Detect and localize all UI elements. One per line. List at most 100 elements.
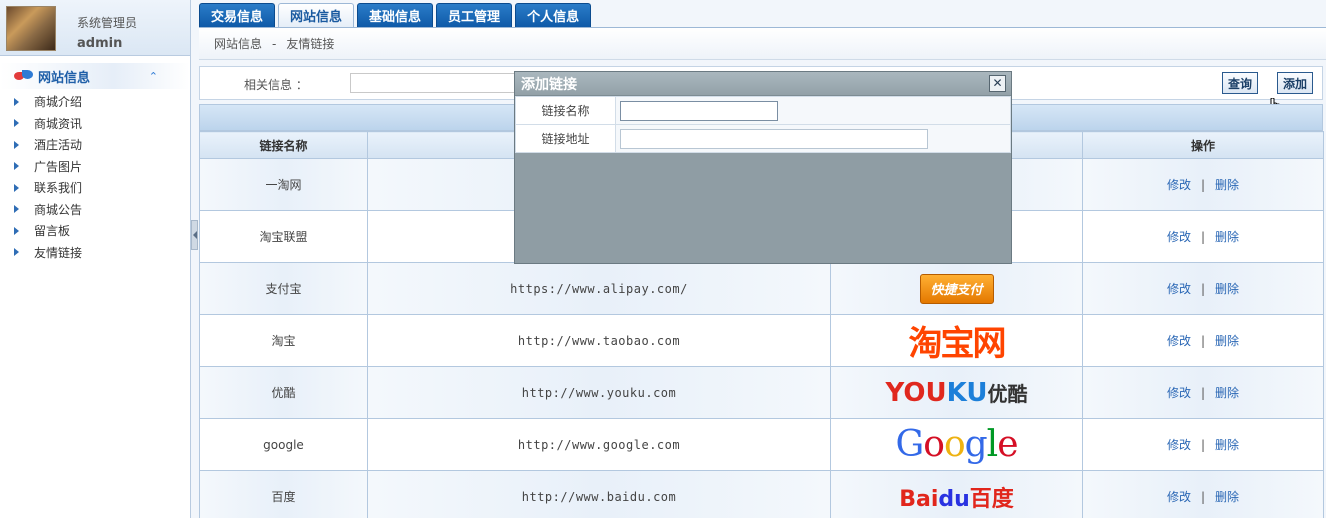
- sidebar-item-about[interactable]: 商城介绍: [14, 91, 190, 113]
- baidu-logo: Baidu百度: [899, 486, 1014, 512]
- sidebar-item-label: 商城资讯: [34, 116, 83, 131]
- link-url: http://www.baidu.com: [367, 470, 831, 518]
- sidebar-item-news[interactable]: 商城资讯: [14, 113, 190, 135]
- col-header-ops: 操作: [1082, 131, 1324, 159]
- arrow-right-icon: [14, 140, 19, 149]
- arrow-right-icon: [14, 97, 19, 106]
- table-row: 百度 http://www.baidu.com Baidu百度 修改 | 删除: [199, 470, 1324, 518]
- tab-trade-info[interactable]: 交易信息: [199, 3, 276, 27]
- taobao-logo: 淘宝网: [908, 324, 1007, 364]
- collapse-chevron-icon[interactable]: ⌃: [149, 70, 158, 83]
- edit-link[interactable]: 修改: [1167, 334, 1191, 348]
- add-link-dialog: 添加链接 ✕ 链接名称 链接地址: [514, 71, 1012, 264]
- link-name-cell: [615, 96, 1011, 125]
- sidebar: 系统管理员 admin 网站信息 ⌃ 商城介绍 商城资讯 酒庄活动 广告图片 联…: [0, 0, 191, 518]
- add-link-form: 链接名称 链接地址: [515, 96, 1011, 153]
- arrow-right-icon: [14, 162, 19, 171]
- link-logo: 快捷支付: [830, 262, 1083, 315]
- sidebar-toggle-handle[interactable]: [191, 220, 198, 250]
- link-name: 淘宝: [199, 314, 368, 367]
- action-separator: |: [1200, 334, 1206, 348]
- search-input[interactable]: [350, 73, 530, 93]
- arrow-right-icon: [14, 183, 19, 192]
- edit-link[interactable]: 修改: [1167, 386, 1191, 400]
- sidebar-item-label: 商城公告: [34, 202, 83, 217]
- delete-link[interactable]: 删除: [1215, 334, 1239, 348]
- edit-link[interactable]: 修改: [1167, 178, 1191, 192]
- sidebar-section-header[interactable]: 网站信息 ⌃: [0, 63, 190, 89]
- sidebar-item-friend-links[interactable]: 友情链接: [14, 242, 190, 264]
- link-url-cell: [615, 124, 1011, 153]
- edit-link[interactable]: 修改: [1167, 230, 1191, 244]
- sidebar-item-guestbook[interactable]: 留言板: [14, 220, 190, 242]
- user-panel: 系统管理员 admin: [0, 0, 190, 56]
- arrow-right-icon: [14, 205, 19, 214]
- edit-link[interactable]: 修改: [1167, 490, 1191, 504]
- breadcrumb-parent: 网站信息: [214, 37, 263, 51]
- sidebar-item-winery-events[interactable]: 酒庄活动: [14, 134, 190, 156]
- row-actions: 修改 | 删除: [1082, 418, 1324, 471]
- tab-basic-info[interactable]: 基础信息: [357, 3, 434, 27]
- delete-link[interactable]: 删除: [1215, 282, 1239, 296]
- tab-staff-management[interactable]: 员工管理: [436, 3, 513, 27]
- delete-link[interactable]: 删除: [1215, 438, 1239, 452]
- link-url-label: 链接地址: [515, 124, 616, 153]
- alipay-logo: 快捷支付: [919, 273, 994, 304]
- link-url-input[interactable]: [620, 128, 928, 149]
- delete-link[interactable]: 删除: [1215, 386, 1239, 400]
- link-logo: Baidu百度: [830, 470, 1083, 518]
- query-button[interactable]: 查询: [1222, 72, 1259, 94]
- col-header-name: 链接名称: [199, 131, 368, 159]
- edit-link[interactable]: 修改: [1167, 438, 1191, 452]
- top-tabs: 交易信息 网站信息 基础信息 员工管理 个人信息: [199, 3, 594, 27]
- tab-site-info[interactable]: 网站信息: [278, 3, 355, 27]
- breadcrumb-separator: -: [272, 36, 277, 51]
- row-actions: 修改 | 删除: [1082, 210, 1324, 263]
- action-separator: |: [1200, 438, 1206, 452]
- form-row: 链接地址: [515, 124, 1011, 153]
- dialog-title: 添加链接: [515, 72, 1011, 96]
- sidebar-item-announcements[interactable]: 商城公告: [14, 199, 190, 221]
- link-url: http://www.youku.com: [367, 366, 831, 419]
- link-name: google: [199, 418, 368, 471]
- action-separator: |: [1200, 178, 1206, 192]
- link-name-input[interactable]: [620, 100, 778, 121]
- sidebar-item-label: 商城介绍: [34, 95, 83, 110]
- table-row: 优酷 http://www.youku.com YOUKU优酷 修改 | 删除: [199, 366, 1324, 419]
- row-actions: 修改 | 删除: [1082, 262, 1324, 315]
- delete-link[interactable]: 删除: [1215, 230, 1239, 244]
- breadcrumb-current: 友情链接: [286, 37, 335, 51]
- tab-personal-info[interactable]: 个人信息: [515, 3, 592, 27]
- action-separator: |: [1200, 386, 1206, 400]
- link-logo: 淘宝网: [830, 314, 1083, 367]
- dialog-body: [515, 153, 1011, 263]
- edit-link[interactable]: 修改: [1167, 282, 1191, 296]
- sidebar-menu: 商城介绍 商城资讯 酒庄活动 广告图片 联系我们 商城公告 留言板 友情链接: [0, 91, 190, 263]
- sidebar-item-ad-images[interactable]: 广告图片: [14, 156, 190, 178]
- table-row: 淘宝 http://www.taobao.com 淘宝网 修改 | 删除: [199, 314, 1324, 367]
- arrow-right-icon: [14, 226, 19, 235]
- arrow-right-icon: [14, 119, 19, 128]
- action-separator: |: [1200, 490, 1206, 504]
- link-name: 百度: [199, 470, 368, 518]
- sidebar-item-label: 酒庄活动: [34, 138, 83, 153]
- row-actions: 修改 | 删除: [1082, 366, 1324, 419]
- sidebar-item-contact[interactable]: 联系我们: [14, 177, 190, 199]
- avatar: [6, 6, 56, 51]
- user-role: 系统管理员: [77, 16, 138, 30]
- link-url: http://www.taobao.com: [367, 314, 831, 367]
- link-name: 一淘网: [199, 158, 368, 211]
- link-url: https://www.alipay.com/: [367, 262, 831, 315]
- delete-link[interactable]: 删除: [1215, 178, 1239, 192]
- table-row: google http://www.google.com Google 修改 | 删…: [199, 418, 1324, 471]
- link-url: http://www.google.com: [367, 418, 831, 471]
- link-logo: YOUKU优酷: [830, 366, 1083, 419]
- table-row: 支付宝 https://www.alipay.com/ 快捷支付 修改 | 删除: [199, 262, 1324, 315]
- row-actions: 修改 | 删除: [1082, 158, 1324, 211]
- close-icon[interactable]: ✕: [989, 75, 1006, 92]
- link-logo: Google: [830, 418, 1083, 471]
- action-separator: |: [1200, 282, 1206, 296]
- add-button[interactable]: 添加: [1277, 72, 1314, 94]
- row-actions: 修改 | 删除: [1082, 314, 1324, 367]
- delete-link[interactable]: 删除: [1215, 490, 1239, 504]
